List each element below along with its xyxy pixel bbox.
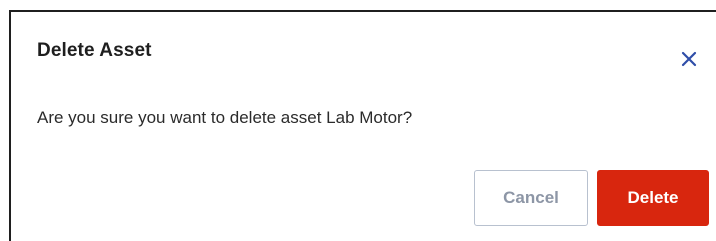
delete-button[interactable]: Delete [597, 170, 709, 226]
dialog-title: Delete Asset [37, 40, 152, 61]
confirmation-message: Are you sure you want to delete asset La… [37, 108, 413, 127]
close-button[interactable] [677, 47, 701, 71]
delete-asset-dialog: Delete Asset Are you sure you want to de… [9, 10, 716, 241]
close-icon [681, 51, 697, 67]
cancel-button[interactable]: Cancel [474, 170, 588, 226]
